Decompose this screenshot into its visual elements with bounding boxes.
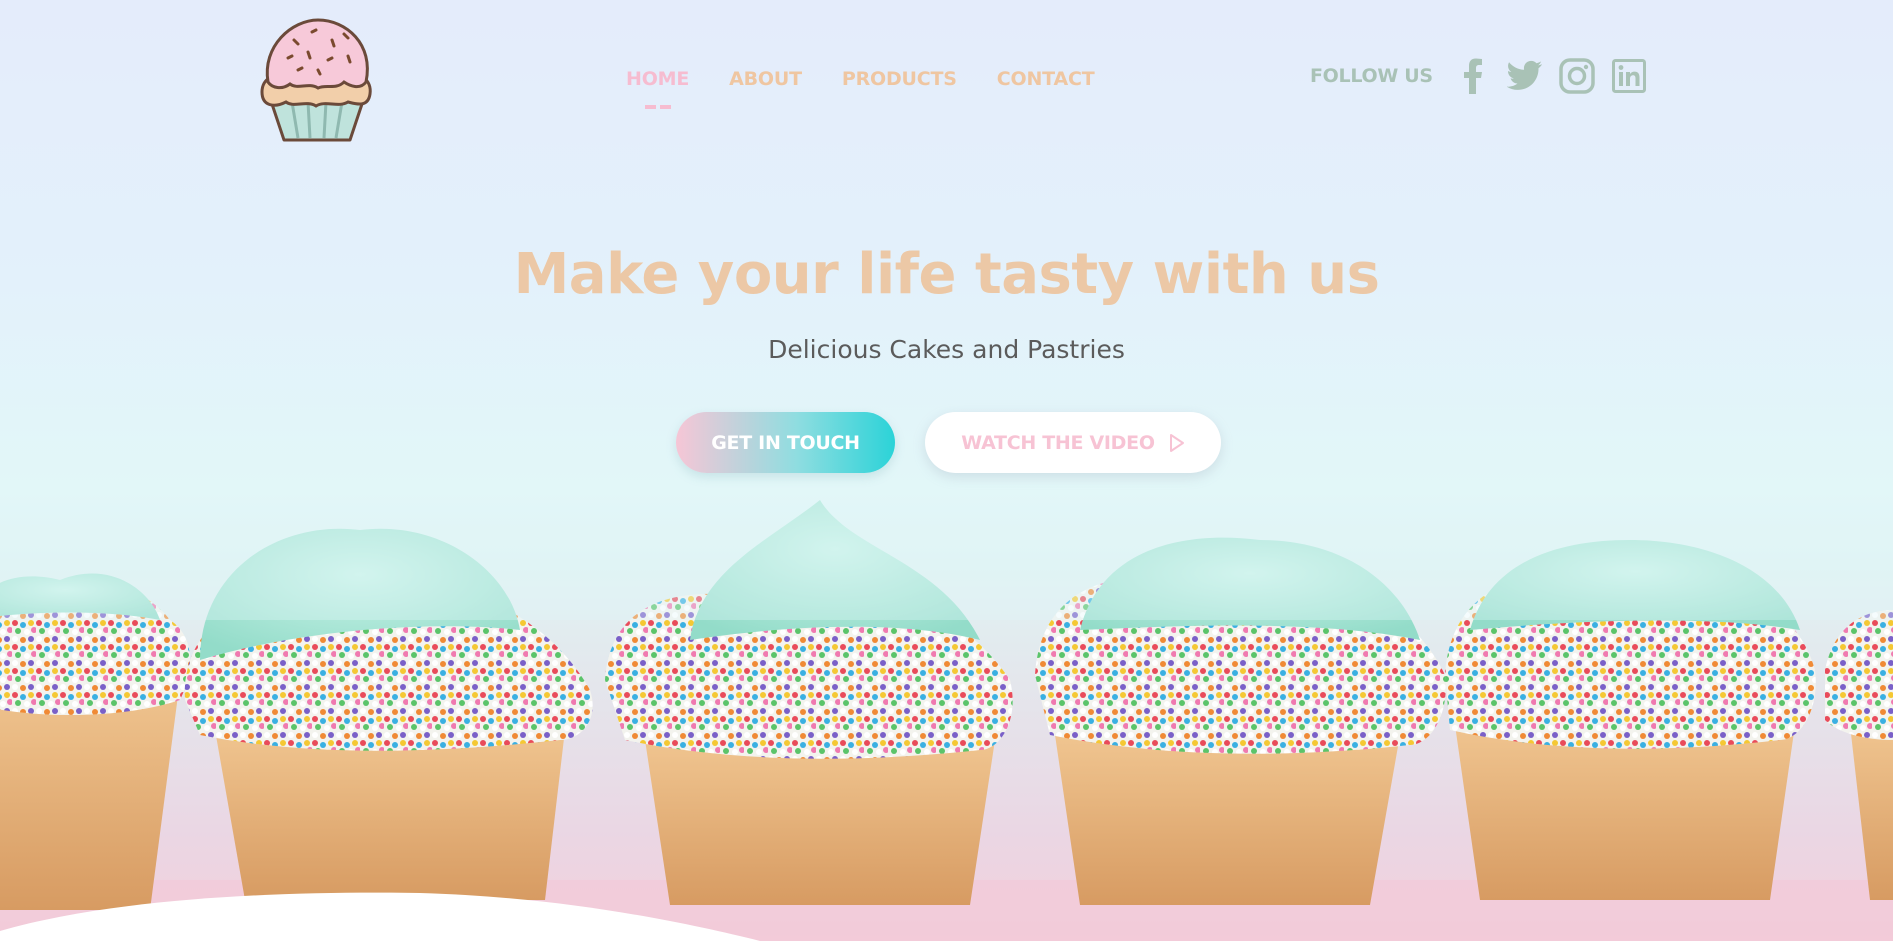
nav-item-label: ABOUT bbox=[729, 68, 802, 90]
nav-item-home[interactable]: HOME bbox=[626, 68, 690, 109]
instagram-icon[interactable] bbox=[1559, 58, 1595, 94]
active-indicator bbox=[644, 105, 671, 109]
nav-item-contact[interactable]: CONTACT bbox=[997, 68, 1095, 90]
cupcake bbox=[1825, 610, 1893, 900]
play-icon bbox=[1169, 433, 1184, 452]
nav-item-about[interactable]: ABOUT bbox=[729, 68, 802, 90]
hero-title: Make your life tasty with us bbox=[513, 242, 1380, 307]
cupcakes-image bbox=[0, 500, 1893, 941]
twitter-icon[interactable] bbox=[1506, 58, 1543, 94]
bottom-wave bbox=[0, 892, 760, 941]
hero-buttons: GET IN TOUCH WATCH THE VIDEO bbox=[676, 412, 1221, 473]
nav-item-label: PRODUCTS bbox=[841, 68, 957, 90]
hero-subtitle: Delicious Cakes and Pastries bbox=[768, 335, 1125, 364]
nav-item-products[interactable]: PRODUCTS bbox=[842, 68, 957, 90]
facebook-icon[interactable] bbox=[1455, 58, 1491, 94]
button-label: WATCH THE VIDEO bbox=[961, 431, 1155, 454]
social-follow: FOLLOW US bbox=[1310, 58, 1647, 94]
linkedin-icon[interactable] bbox=[1611, 58, 1647, 94]
button-label: GET IN TOUCH bbox=[711, 431, 860, 454]
get-in-touch-button[interactable]: GET IN TOUCH bbox=[676, 412, 895, 473]
watch-video-button[interactable]: WATCH THE VIDEO bbox=[925, 412, 1221, 473]
nav-item-label: CONTACT bbox=[996, 68, 1095, 90]
follow-label: FOLLOW US bbox=[1310, 65, 1433, 87]
social-links bbox=[1455, 58, 1647, 94]
nav-item-label: HOME bbox=[626, 68, 690, 90]
cupcake-logo[interactable] bbox=[252, 16, 382, 146]
main-nav: HOME ABOUT PRODUCTS CONTACT bbox=[626, 68, 1095, 109]
cupcake bbox=[0, 573, 190, 910]
hero-section: HOME ABOUT PRODUCTS CONTACT FOLLOW US Ma… bbox=[0, 0, 1893, 941]
